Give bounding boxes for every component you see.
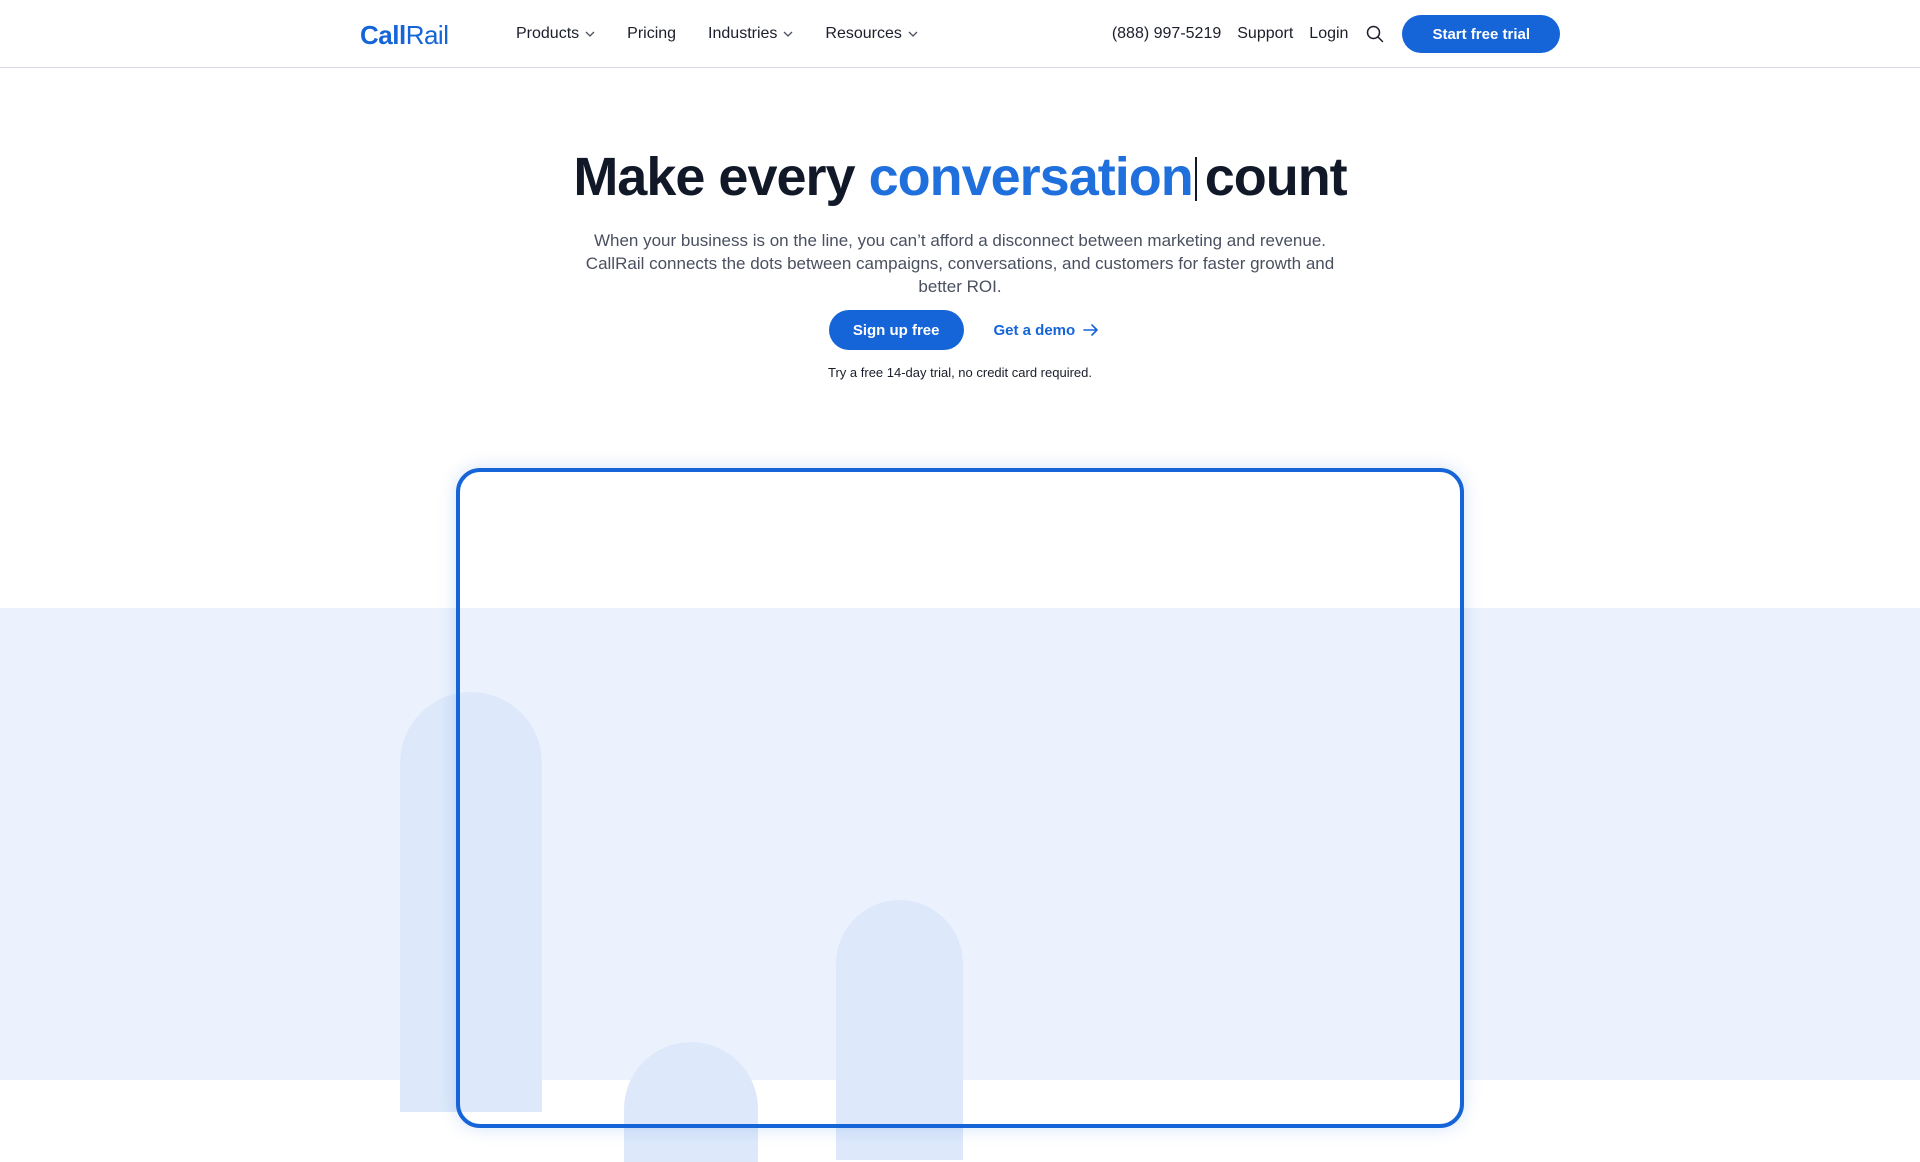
nav-label-resources: Resources [825, 25, 902, 42]
headline-suffix: count [1204, 147, 1348, 207]
start-free-trial-button[interactable]: Start free trial [1402, 15, 1560, 53]
get-a-demo-link[interactable]: Get a demo [994, 322, 1100, 339]
search-icon [1367, 25, 1384, 43]
chevron-down-icon [585, 31, 595, 37]
get-a-demo-label: Get a demo [993, 321, 1076, 339]
search-button[interactable] [1364, 23, 1386, 45]
nav-label-industries: Industries [708, 25, 778, 42]
trial-note: Try a free 14-day trial, no credit card … [828, 365, 1092, 380]
chevron-down-icon [908, 31, 918, 37]
hero-cta-row: Sign up free Get a demo [0, 310, 1920, 350]
device-frame [456, 468, 1464, 1128]
nav-item-products[interactable]: Products [516, 25, 595, 43]
nav-item-industries[interactable]: Industries [708, 25, 793, 43]
main-nav: Products Pricing Industries Resources [516, 0, 950, 68]
nav-label-pricing: Pricing [627, 25, 677, 42]
headline-prefix: Make every [573, 147, 855, 207]
typing-cursor [1194, 157, 1197, 201]
arrow-right-icon [1083, 324, 1098, 336]
sign-up-free-button[interactable]: Sign up free [828, 310, 964, 350]
logo-text-call: Call [360, 20, 406, 50]
hero-subcopy: When your business is on the line, you c… [585, 231, 1335, 296]
hero-headline: Make every conversation count [0, 146, 1920, 208]
logo-text-rail: Rail [405, 20, 449, 50]
callrail-logo[interactable]: CallRail [360, 20, 449, 50]
utility-nav: (888) 997-5219 Support Login Start free … [1112, 0, 1560, 68]
chevron-down-icon [783, 31, 793, 37]
nav-item-resources[interactable]: Resources [825, 25, 918, 43]
login-link[interactable]: Login [1309, 25, 1348, 43]
site-header: CallRail Products Pricing Industries Res… [0, 0, 1920, 68]
support-link[interactable]: Support [1237, 25, 1293, 43]
phone-link[interactable]: (888) 997-5219 [1112, 25, 1221, 43]
headline-accent-word: conversation [868, 147, 1194, 207]
nav-label-products: Products [516, 25, 580, 42]
nav-item-pricing[interactable]: Pricing [627, 25, 676, 43]
